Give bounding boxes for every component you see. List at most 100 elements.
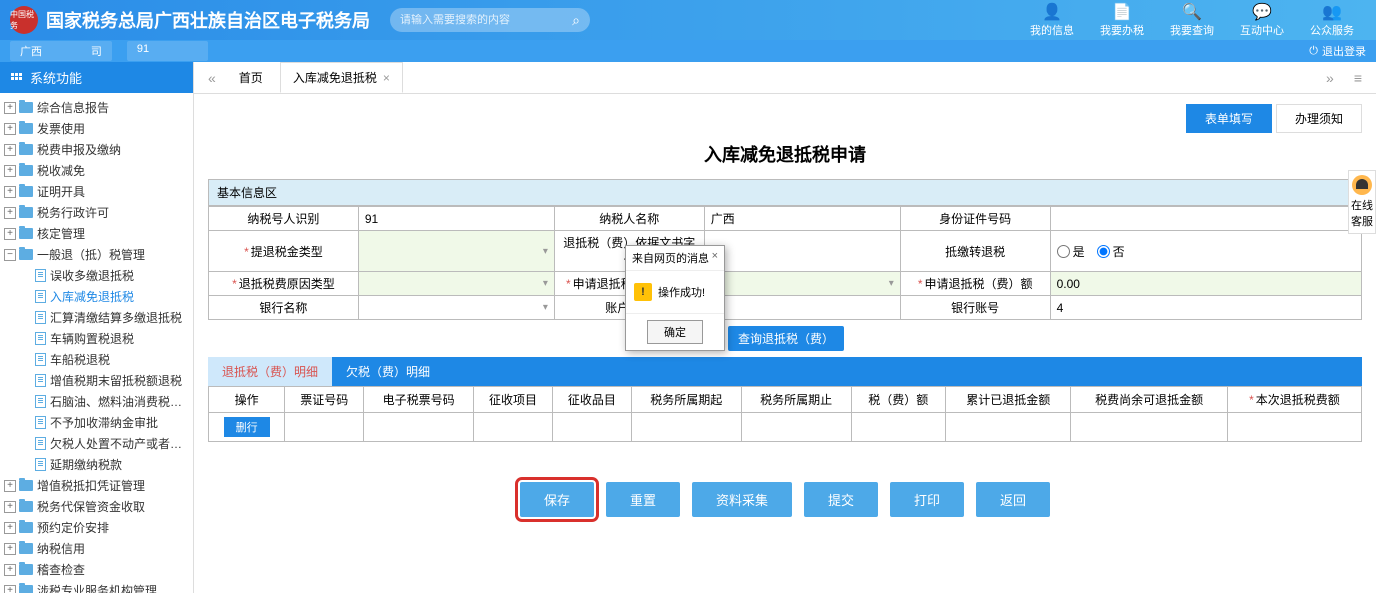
detail-tab-owe[interactable]: 欠税（费）明细 xyxy=(332,357,444,386)
file-icon xyxy=(35,332,46,345)
collapse-icon[interactable]: − xyxy=(4,249,16,261)
search-icon[interactable]: ⌕ xyxy=(572,12,580,29)
detail-tabs: 退抵税（费）明细 欠税（费）明细 xyxy=(208,357,1362,386)
sidebar-item[interactable]: 欠税人处置不动产或者大额资产报告 xyxy=(16,433,193,454)
sidebar-group[interactable]: +纳税信用 xyxy=(0,538,193,559)
sidebar-group[interactable]: +预约定价安排 xyxy=(0,517,193,538)
sidebar-item[interactable]: 入库减免退抵税 xyxy=(16,286,193,307)
sidebar-group[interactable]: +涉税专业服务机构管理 xyxy=(0,580,193,593)
expand-icon[interactable]: + xyxy=(4,186,16,198)
chevron-down-icon: ▾ xyxy=(543,302,548,313)
expand-icon[interactable]: + xyxy=(4,501,16,513)
detail-tab-refund[interactable]: 退抵税（费）明细 xyxy=(208,357,332,386)
radio-no[interactable]: 否 xyxy=(1097,243,1125,260)
expand-icon[interactable]: + xyxy=(4,543,16,555)
tab-prev-icon[interactable]: « xyxy=(202,70,222,86)
expand-icon[interactable]: + xyxy=(4,564,16,576)
value-offset-refund[interactable]: 是 否 xyxy=(1050,231,1361,272)
expand-icon[interactable]: + xyxy=(4,165,16,177)
action-tab-notice[interactable]: 办理须知 xyxy=(1276,104,1362,133)
sidebar-group[interactable]: +证明开具 xyxy=(0,181,193,202)
file-icon xyxy=(35,395,46,408)
return-button[interactable]: 返回 xyxy=(976,482,1050,517)
nav-interact[interactable]: 💬互动中心 xyxy=(1228,0,1296,40)
file-icon xyxy=(35,458,46,471)
print-button[interactable]: 打印 xyxy=(890,482,964,517)
sidebar: 系统功能 +综合信息报告+发票使用+税费申报及缴纳+税收减免+证明开具+税务行政… xyxy=(0,62,194,593)
folder-icon xyxy=(19,585,33,593)
tab-current[interactable]: 入库减免退抵税× xyxy=(280,62,403,93)
sidebar-item[interactable]: 汇算清缴结算多缴退抵税 xyxy=(16,307,193,328)
page-title: 入库减免退抵税申请 xyxy=(208,141,1362,167)
value-id-number[interactable] xyxy=(1050,207,1361,231)
value-refund-type[interactable]: ▾ xyxy=(358,231,554,272)
expand-icon[interactable]: + xyxy=(4,123,16,135)
expand-icon[interactable]: + xyxy=(4,585,16,593)
expand-icon[interactable]: + xyxy=(4,144,16,156)
sidebar-group[interactable]: +税务行政许可 xyxy=(0,202,193,223)
modal-message: 操作成功! xyxy=(658,284,705,300)
value-apply-method[interactable]: ▾ xyxy=(704,272,900,296)
sidebar-group[interactable]: +综合信息报告 xyxy=(0,97,193,118)
value-bank-account: 4 xyxy=(1050,296,1361,320)
value-bank-name[interactable]: ▾ xyxy=(358,296,554,320)
close-icon[interactable]: × xyxy=(383,71,390,85)
sidebar-group[interactable]: +核定管理 xyxy=(0,223,193,244)
tab-menu-icon[interactable]: ≡ xyxy=(1348,70,1368,86)
nav-public[interactable]: 👥公众服务 xyxy=(1298,0,1366,40)
detail-table: 操作票证号码电子税票号码征收项目征收品目税务所属期起税务所属期止税（费）额累计已… xyxy=(208,386,1362,442)
top-nav: 👤我的信息 📄我要办税 🔍我要查询 💬互动中心 👥公众服务 xyxy=(1018,0,1366,40)
save-button[interactable]: 保存 xyxy=(520,482,594,517)
sidebar-item[interactable]: 石脑油、燃料油消费税退税 xyxy=(16,391,193,412)
search-box[interactable]: ⌕ xyxy=(390,8,590,32)
expand-icon[interactable]: + xyxy=(4,102,16,114)
logout-button[interactable]: ⏻ 退出登录 xyxy=(1309,43,1366,59)
table-header: 税费尚余可退抵金额 xyxy=(1071,387,1227,413)
expand-icon[interactable]: + xyxy=(4,207,16,219)
sidebar-group-refund[interactable]: −一般退（抵）税管理 xyxy=(0,244,193,265)
sidebar-item[interactable]: 车船税退税 xyxy=(16,349,193,370)
modal-close-icon[interactable]: × xyxy=(712,250,718,266)
nav-tree: +综合信息报告+发票使用+税费申报及缴纳+税收减免+证明开具+税务行政许可+核定… xyxy=(0,93,193,593)
doc-icon: 📄 xyxy=(1112,2,1132,22)
sidebar-item[interactable]: 延期缴纳税款 xyxy=(16,454,193,475)
tab-next-icon[interactable]: » xyxy=(1320,70,1340,86)
collect-button[interactable]: 资料采集 xyxy=(692,482,792,517)
folder-icon xyxy=(19,480,33,491)
value-reason-type[interactable]: ▾ xyxy=(358,272,554,296)
expand-icon[interactable]: + xyxy=(4,228,16,240)
sidebar-item[interactable]: 车辆购置税退税 xyxy=(16,328,193,349)
nav-my-info[interactable]: 👤我的信息 xyxy=(1018,0,1086,40)
sub-header: 广西 司 91 ⏻ 退出登录 xyxy=(0,40,1376,62)
radio-yes[interactable]: 是 xyxy=(1057,243,1085,260)
action-tab-fill[interactable]: 表单填写 xyxy=(1186,104,1272,133)
sidebar-group[interactable]: +发票使用 xyxy=(0,118,193,139)
value-doc-number[interactable] xyxy=(704,231,900,272)
sidebar-item[interactable]: 增值税期末留抵税额退税 xyxy=(16,370,193,391)
sidebar-group[interactable]: +税费申报及缴纳 xyxy=(0,139,193,160)
sidebar-group[interactable]: +增值税抵扣凭证管理 xyxy=(0,475,193,496)
sidebar-group[interactable]: +稽查检查 xyxy=(0,559,193,580)
table-header: 累计已退抵金额 xyxy=(946,387,1071,413)
chevron-down-icon: ▾ xyxy=(543,278,548,289)
modal-header: 来自网页的消息 × xyxy=(626,246,724,271)
reset-button[interactable]: 重置 xyxy=(606,482,680,517)
file-icon xyxy=(35,353,46,366)
tab-home[interactable]: 首页 xyxy=(226,62,276,93)
nav-tax[interactable]: 📄我要办税 xyxy=(1088,0,1156,40)
submit-button[interactable]: 提交 xyxy=(804,482,878,517)
sidebar-group[interactable]: +税收减免 xyxy=(0,160,193,181)
search-input[interactable] xyxy=(400,14,572,26)
sidebar-group[interactable]: +税务代保管资金收取 xyxy=(0,496,193,517)
modal-ok-button[interactable]: 确定 xyxy=(647,320,703,344)
folder-icon xyxy=(19,543,33,554)
delete-row-button[interactable]: 删行 xyxy=(224,417,270,437)
sidebar-item[interactable]: 误收多缴退抵税 xyxy=(16,265,193,286)
query-refund-button[interactable]: 查询退抵税（费） xyxy=(728,326,844,351)
nav-query[interactable]: 🔍我要查询 xyxy=(1158,0,1226,40)
expand-icon[interactable]: + xyxy=(4,522,16,534)
expand-icon[interactable]: + xyxy=(4,480,16,492)
sidebar-item[interactable]: 不予加收滞纳金审批 xyxy=(16,412,193,433)
value-apply-amount[interactable]: 0.00 xyxy=(1050,272,1361,296)
online-support[interactable]: 在线客服 xyxy=(1348,170,1376,234)
